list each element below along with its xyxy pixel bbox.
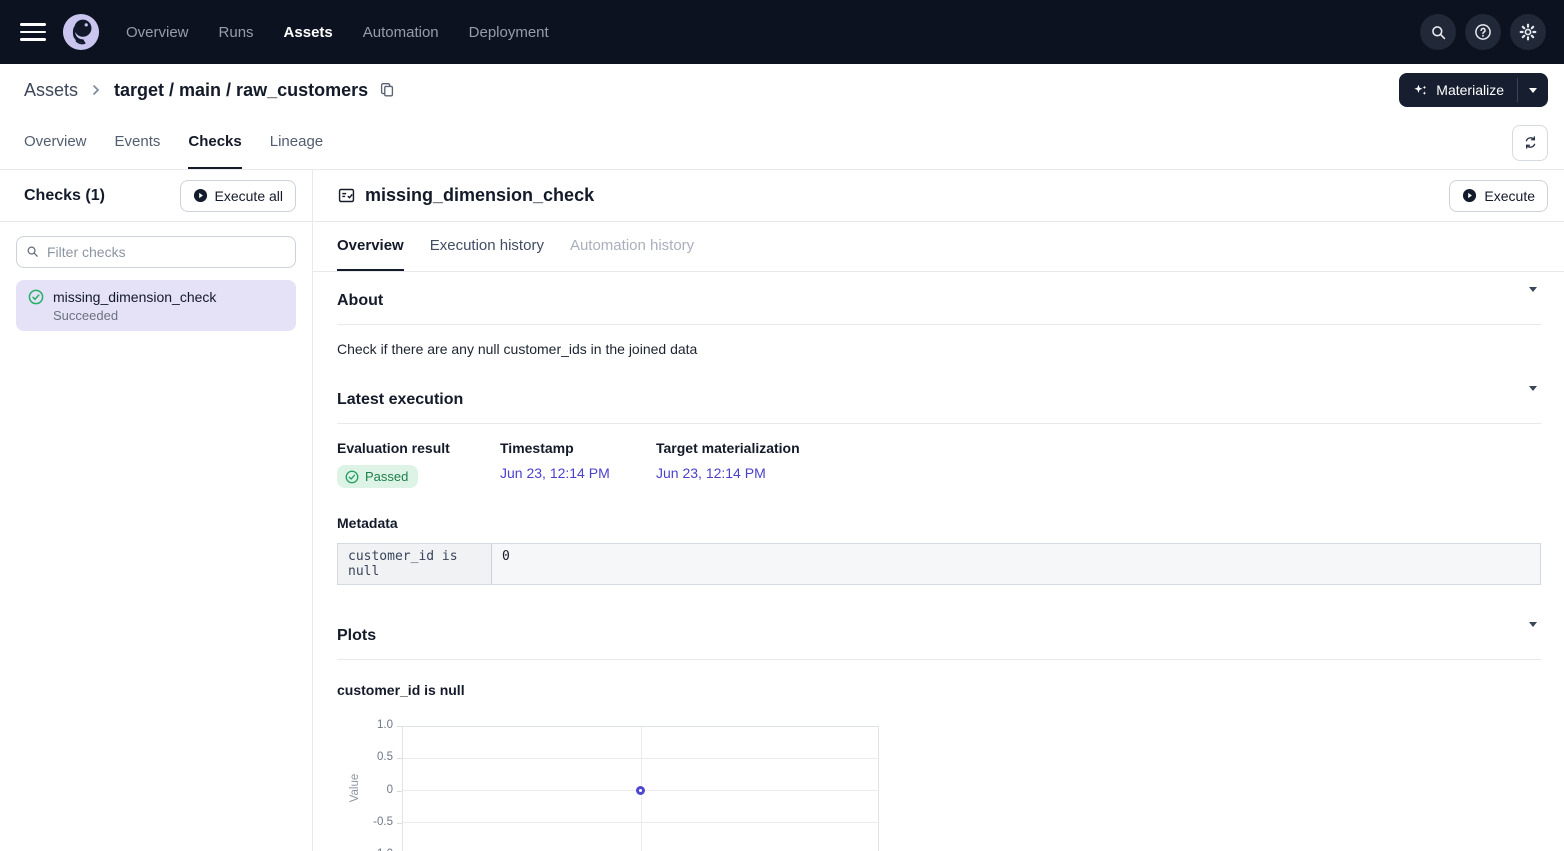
refresh-icon: [1522, 134, 1539, 151]
settings-button[interactable]: [1510, 14, 1546, 50]
chevron-right-icon: [88, 82, 104, 98]
y-tick: 1.0: [353, 719, 393, 731]
search-icon: [25, 244, 40, 259]
breadcrumb-assets-link[interactable]: Assets: [24, 80, 78, 101]
check-name: missing_dimension_check: [53, 289, 216, 305]
execute-label: Execute: [1484, 188, 1535, 204]
metadata-value: 0: [492, 544, 1540, 584]
copy-icon[interactable]: [378, 81, 396, 99]
tab-overview[interactable]: Overview: [24, 116, 87, 169]
evaluation-result-header: Evaluation result: [337, 440, 500, 456]
breadcrumb-row: Assets target / main / raw_customers Mat…: [0, 64, 1564, 116]
collapse-about-button[interactable]: [1525, 290, 1541, 312]
y-tick: 0.5: [353, 751, 393, 763]
menu-icon[interactable]: [20, 23, 46, 41]
sparkle-icon: [1412, 82, 1429, 99]
y-tick: 0: [353, 784, 393, 796]
fact-check-icon: [337, 186, 356, 205]
refresh-button[interactable]: [1512, 125, 1548, 161]
chevron-down-icon: [1529, 88, 1537, 93]
evaluation-result-value: Passed: [365, 469, 408, 484]
execute-all-button[interactable]: Execute all: [180, 180, 296, 212]
checks-panel-title: Checks (1): [24, 187, 105, 205]
about-description: Check if there are any null customer_ids…: [337, 341, 1541, 357]
collapse-latest-execution-button[interactable]: [1525, 389, 1541, 411]
help-button[interactable]: [1465, 14, 1501, 50]
latest-execution-heading: Latest execution: [337, 391, 463, 409]
execute-all-label: Execute all: [215, 188, 283, 204]
chevron-down-icon: [1529, 622, 1537, 644]
nav-item-overview[interactable]: Overview: [126, 24, 189, 41]
tab-check-overview[interactable]: Overview: [337, 222, 404, 271]
check-circle-icon: [345, 470, 359, 484]
search-icon: [1429, 23, 1448, 42]
status-badge: Passed: [337, 465, 418, 488]
filter-checks-input[interactable]: [16, 236, 296, 268]
tab-execution-history[interactable]: Execution history: [430, 222, 544, 271]
gear-icon: [1518, 22, 1538, 42]
plot-title: customer_id is null: [337, 682, 1541, 698]
tab-checks[interactable]: Checks: [188, 116, 241, 169]
check-status: Succeeded: [53, 308, 284, 323]
help-icon: [1473, 22, 1493, 42]
nav-item-automation[interactable]: Automation: [363, 24, 439, 41]
tab-events[interactable]: Events: [115, 116, 161, 169]
timestamp-link[interactable]: Jun 23, 12:14 PM: [500, 465, 610, 481]
materialize-split-button: Materialize: [1399, 73, 1548, 107]
metadata-key: customer_id is null: [338, 544, 492, 584]
chevron-down-icon: [1529, 287, 1537, 309]
target-materialization-link[interactable]: Jun 23, 12:14 PM: [656, 465, 766, 481]
check-plot: Value 1.0 0.5 0 -0.5 -1.0 Jun 23,: [337, 724, 1541, 851]
metadata-table: customer_id is null 0: [337, 543, 1541, 585]
timestamp-header: Timestamp: [500, 440, 656, 456]
asset-tab-bar: Overview Events Checks Lineage: [0, 116, 1564, 170]
execute-button[interactable]: Execute: [1449, 180, 1548, 212]
dagster-logo[interactable]: [62, 13, 100, 51]
check-detail-title: missing_dimension_check: [365, 185, 594, 206]
search-button[interactable]: [1420, 14, 1456, 50]
nav-item-deployment[interactable]: Deployment: [469, 24, 549, 41]
check-circle-icon: [28, 289, 44, 305]
nav-item-assets[interactable]: Assets: [284, 24, 333, 41]
check-detail-tab-bar: Overview Execution history Automation hi…: [313, 222, 1564, 272]
play-icon: [1462, 188, 1477, 203]
check-list-item[interactable]: missing_dimension_check Succeeded: [16, 280, 296, 331]
y-tick: -0.5: [353, 816, 393, 828]
metadata-heading: Metadata: [337, 515, 1541, 531]
materialize-label: Materialize: [1436, 82, 1504, 98]
play-icon: [193, 188, 208, 203]
target-materialization-header: Target materialization: [656, 440, 800, 456]
check-detail-panel: missing_dimension_check Execute Overview…: [313, 170, 1564, 851]
materialize-button[interactable]: Materialize: [1399, 73, 1517, 107]
plot-area: [402, 726, 879, 851]
y-tick: -1.0: [353, 848, 393, 851]
primary-nav: Overview Runs Assets Automation Deployme…: [126, 24, 549, 41]
collapse-plots-button[interactable]: [1525, 625, 1541, 647]
about-heading: About: [337, 292, 383, 310]
top-nav: Overview Runs Assets Automation Deployme…: [0, 0, 1564, 64]
asset-path: target / main / raw_customers: [114, 80, 368, 101]
plots-heading: Plots: [337, 627, 376, 645]
chevron-down-icon: [1529, 386, 1537, 408]
materialize-dropdown-button[interactable]: [1518, 73, 1548, 107]
checks-panel: Checks (1) Execute all missing_dimension…: [0, 170, 313, 851]
nav-item-runs[interactable]: Runs: [219, 24, 254, 41]
data-point[interactable]: [636, 786, 645, 795]
tab-automation-history[interactable]: Automation history: [570, 222, 694, 271]
tab-lineage[interactable]: Lineage: [270, 116, 323, 169]
